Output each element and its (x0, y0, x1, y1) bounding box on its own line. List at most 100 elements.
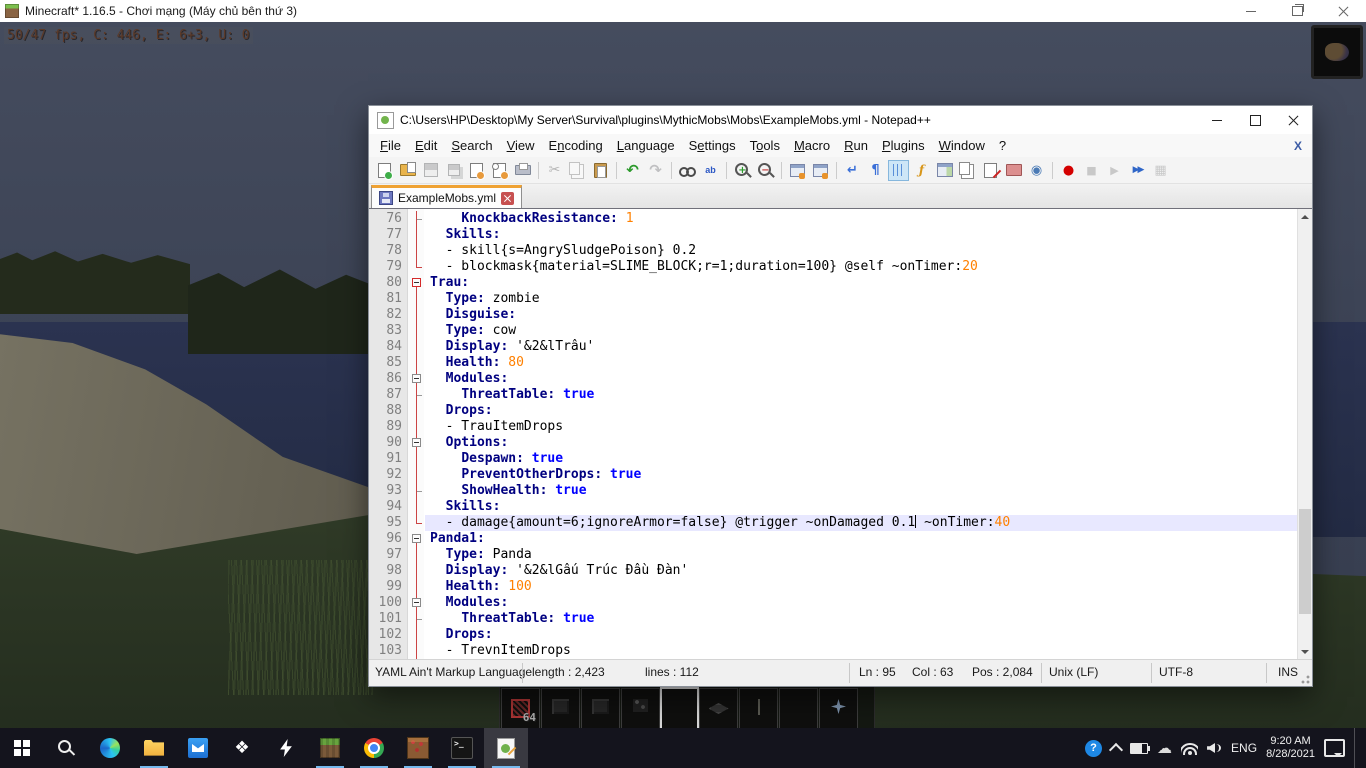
code-line-84[interactable]: 84 Display: '&2&lTrâu' (369, 339, 1298, 355)
taskbar-chrome[interactable] (352, 728, 396, 768)
toolbar-print-button[interactable] (512, 160, 533, 181)
menu-window[interactable]: Window (932, 136, 992, 155)
toolbar-indent-guide-button[interactable] (888, 160, 909, 181)
onedrive-cloud-icon[interactable]: ☁ (1157, 741, 1172, 756)
menu-settings[interactable]: Settings (682, 136, 743, 155)
resize-grip[interactable] (1298, 672, 1310, 684)
toolbar-folder-as-workspace-button[interactable] (1003, 160, 1024, 181)
toolbar-macro-run-multiple-button[interactable]: ▶▶ (1127, 160, 1148, 181)
help-tray-icon[interactable] (1085, 740, 1102, 757)
tab-close-icon[interactable] (501, 192, 514, 205)
toolbar-function-list-button[interactable]: ƒ (911, 160, 932, 181)
taskbar-minecraft[interactable] (308, 728, 352, 768)
menu-run[interactable]: Run (837, 136, 875, 155)
minecraft-close-button[interactable] (1320, 0, 1366, 22)
menu-edit[interactable]: Edit (408, 136, 444, 155)
minecraft-restore-button[interactable] (1274, 0, 1320, 22)
code-line-96[interactable]: 96Panda1: (369, 531, 1298, 547)
toolbar-undo-button[interactable]: ↶ (622, 160, 643, 181)
fold-toggle-icon[interactable] (409, 371, 425, 387)
code-line-99[interactable]: 99 Health: 100 (369, 579, 1298, 595)
code-line-90[interactable]: 90 Options: (369, 435, 1298, 451)
notepad-maximize-button[interactable] (1236, 106, 1274, 134)
code-line-101[interactable]: 101 ThreatTable: true (369, 611, 1298, 627)
toolbar-new-file-button[interactable] (374, 160, 395, 181)
code-line-103[interactable]: 103 - TrevnItemDrops (369, 643, 1298, 659)
code-line-98[interactable]: 98 Display: '&2&lGấu Trúc Đầu Đàn' (369, 563, 1298, 579)
language-indicator[interactable]: ENG (1231, 741, 1257, 755)
scroll-down-arrow-icon[interactable] (1298, 644, 1312, 659)
toolbar-save-button[interactable] (420, 160, 441, 181)
status-insert-mode[interactable]: INS (1278, 665, 1298, 679)
code-line-79[interactable]: 79 - blockmask{material=SLIME_BLOCK;r=1;… (369, 259, 1298, 275)
battery-icon[interactable] (1130, 743, 1148, 754)
scroll-up-arrow-icon[interactable] (1298, 209, 1312, 224)
code-line-97[interactable]: 97 Type: Panda (369, 547, 1298, 563)
menu-macro[interactable]: Macro (787, 136, 837, 155)
action-center-icon[interactable] (1324, 739, 1345, 757)
code-line-93[interactable]: 93 ShowHealth: true (369, 483, 1298, 499)
code-line-95[interactable]: 95 - damage{amount=6;ignoreArmor=false} … (369, 515, 1298, 531)
code-line-91[interactable]: 91 Despawn: true (369, 451, 1298, 467)
notepad-close-button[interactable] (1274, 106, 1312, 134)
toolbar-document-map-button[interactable] (934, 160, 955, 181)
toolbar-word-wrap-button[interactable]: ↵ (842, 160, 863, 181)
toolbar-macro-stop-button[interactable]: ■ (1081, 160, 1102, 181)
vertical-scrollbar[interactable] (1297, 209, 1312, 659)
status-encoding[interactable]: UTF-8 (1159, 665, 1193, 679)
document-close-icon[interactable]: X (1294, 139, 1302, 153)
toolbar-document-list-button[interactable] (957, 160, 978, 181)
scrollbar-thumb[interactable] (1299, 509, 1311, 614)
clock[interactable]: 9:20 AM 8/28/2021 (1266, 735, 1315, 761)
fold-toggle-icon[interactable] (409, 435, 425, 451)
taskbar-file-explorer[interactable] (132, 728, 176, 768)
menu-tools[interactable]: Tools (743, 136, 787, 155)
toolbar-macro-save-button[interactable]: ▦ (1150, 160, 1171, 181)
code-line-82[interactable]: 82 Disguise: (369, 307, 1298, 323)
menu-help[interactable]: ? (992, 136, 1013, 155)
tray-expand-chevron-icon[interactable] (1109, 742, 1123, 756)
taskbar-mail[interactable] (176, 728, 220, 768)
toolbar-copy-button[interactable] (567, 160, 588, 181)
status-eol-format[interactable]: Unix (LF) (1049, 665, 1098, 679)
show-desktop-button[interactable] (1354, 728, 1360, 768)
toolbar-replace-button[interactable]: ab (700, 160, 721, 181)
code-line-80[interactable]: 80Trau: (369, 275, 1298, 291)
menu-file[interactable]: File (373, 136, 408, 155)
toolbar-view-file-button[interactable]: ◉ (1026, 160, 1047, 181)
tab-examplemobs[interactable]: ExampleMobs.yml (371, 185, 522, 208)
toolbar-show-all-characters-button[interactable]: ¶ (865, 160, 886, 181)
taskbar-notepad-plus-plus[interactable] (484, 728, 528, 768)
code-line-89[interactable]: 89 - TrauItemDrops (369, 419, 1298, 435)
code-line-87[interactable]: 87 ThreatTable: true (369, 387, 1298, 403)
toolbar-macro-record-button[interactable]: ● (1058, 160, 1079, 181)
toolbar-save-all-button[interactable] (443, 160, 464, 181)
toolbar-cut-button[interactable]: ✂ (544, 160, 565, 181)
code-line-81[interactable]: 81 Type: zombie (369, 291, 1298, 307)
code-line-88[interactable]: 88 Drops: (369, 403, 1298, 419)
toolbar-sync-vertical-button[interactable] (787, 160, 808, 181)
taskbar-crafting-table-app[interactable] (396, 728, 440, 768)
taskbar-launcher[interactable] (264, 728, 308, 768)
code-line-92[interactable]: 92 PreventOtherDrops: true (369, 467, 1298, 483)
code-line-94[interactable]: 94 Skills: (369, 499, 1298, 515)
fold-toggle-icon[interactable] (409, 275, 425, 291)
code-line-77[interactable]: 77 Skills: (369, 227, 1298, 243)
toolbar-zoom-out-button[interactable]: − (755, 160, 776, 181)
toolbar-find-button[interactable] (677, 160, 698, 181)
toolbar-open-file-button[interactable] (397, 160, 418, 181)
code-line-100[interactable]: 100 Modules: (369, 595, 1298, 611)
toolbar-macro-play-button[interactable]: ▶ (1104, 160, 1125, 181)
toolbar-file-monitor-button[interactable] (980, 160, 1001, 181)
minecraft-minimize-button[interactable] (1228, 0, 1274, 22)
wifi-icon[interactable] (1181, 742, 1198, 755)
menu-view[interactable]: View (500, 136, 542, 155)
code-line-78[interactable]: 78 - skill{s=AngrySludgePoison} 0.2 (369, 243, 1298, 259)
code-line-86[interactable]: 86 Modules: (369, 371, 1298, 387)
toolbar-redo-button[interactable]: ↷ (645, 160, 666, 181)
menu-search[interactable]: Search (444, 136, 499, 155)
taskbar-dropbox[interactable]: ❖ (220, 728, 264, 768)
code-line-83[interactable]: 83 Type: cow (369, 323, 1298, 339)
editor[interactable]: 76 KnockbackResistance: 177 Skills:78 - … (369, 209, 1312, 659)
toolbar-sync-horizontal-button[interactable] (810, 160, 831, 181)
